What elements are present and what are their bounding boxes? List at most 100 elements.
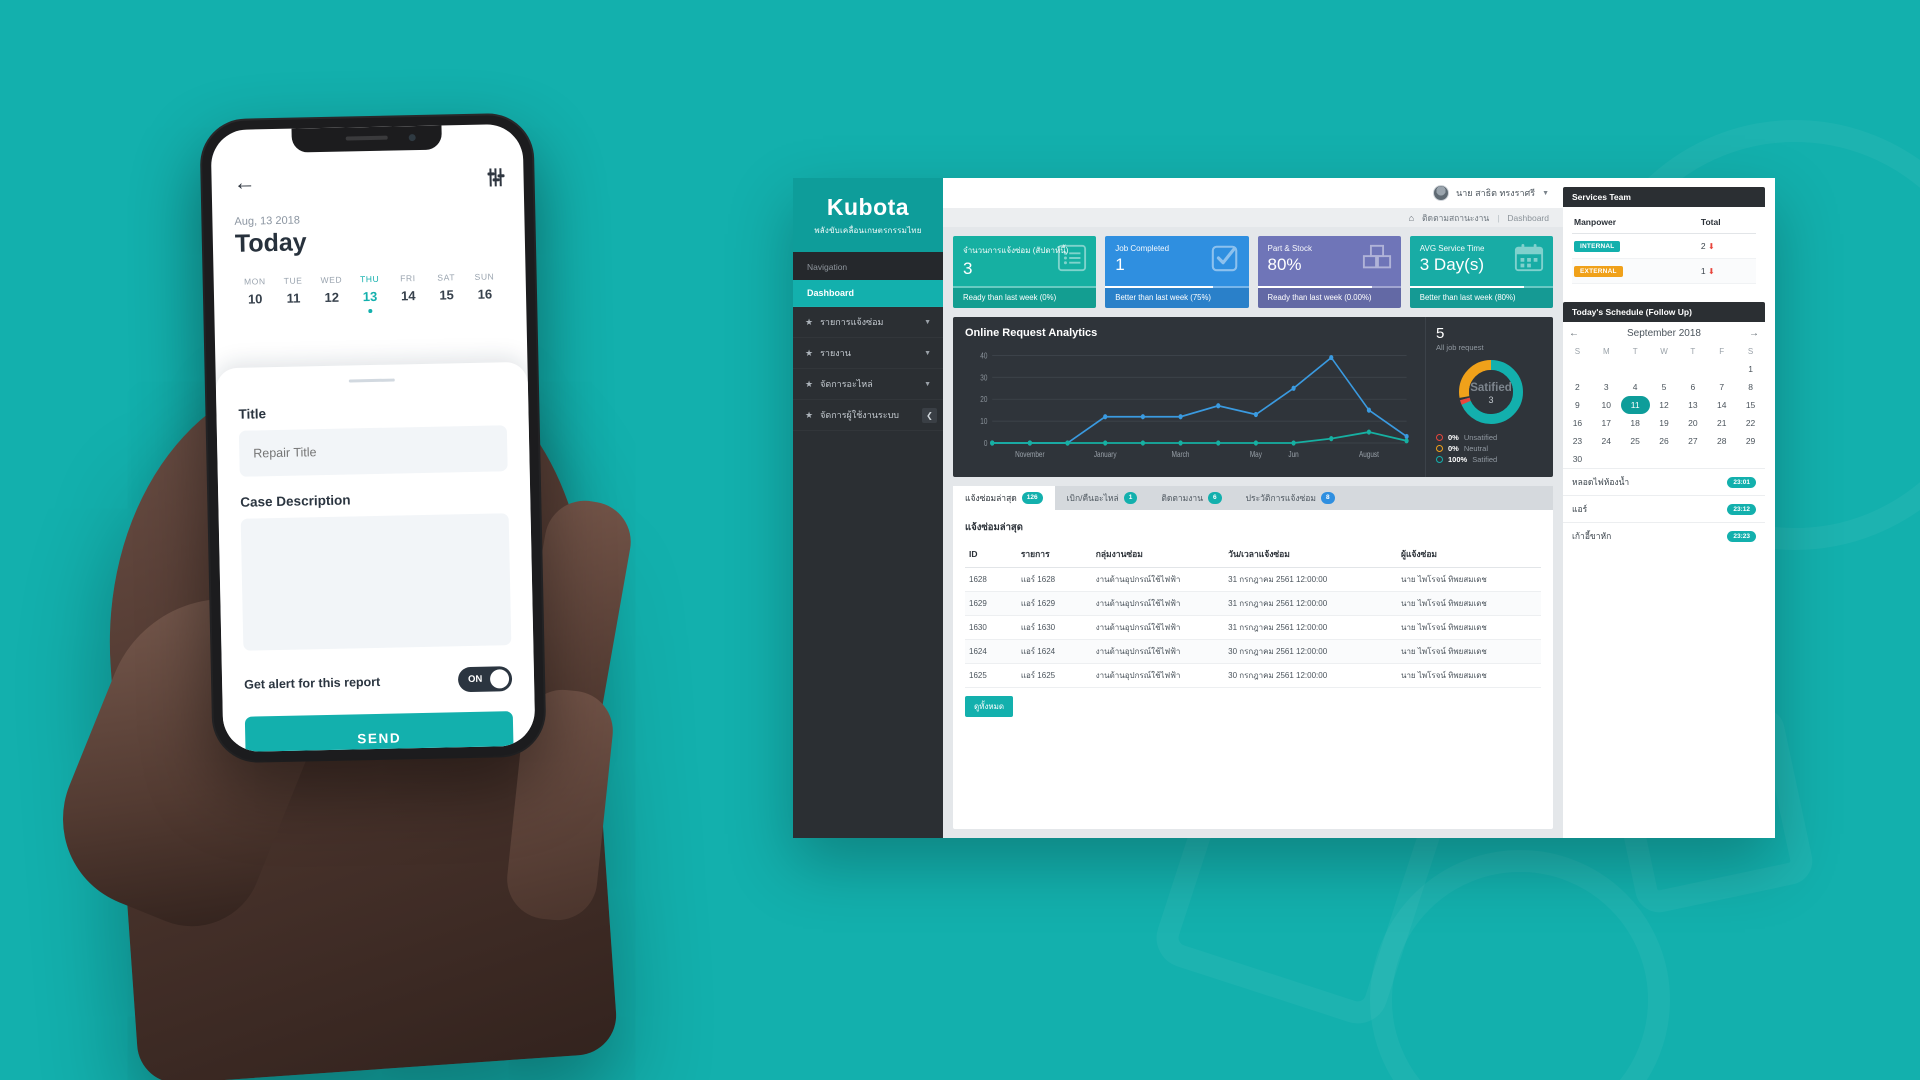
- column-header-manpower: Manpower: [1572, 215, 1699, 234]
- column-header-item[interactable]: รายการ: [1016, 543, 1092, 568]
- team-row-internal[interactable]: INTERNAL 2 ⬇: [1572, 233, 1756, 259]
- kpi-card-repair-count[interactable]: จำนวนการแจ้งซ่อม (สัปดาห์นี้) 3 Ready th…: [953, 236, 1097, 308]
- sidebar-item-parts[interactable]: ★ จัดการอะไหล่ ▼: [793, 369, 943, 400]
- calendar-day[interactable]: 14: [1707, 396, 1736, 414]
- week-day[interactable]: SUN 16: [467, 271, 502, 302]
- title-field-label: Title: [238, 406, 267, 422]
- sidebar-item-dashboard[interactable]: Dashboard: [793, 280, 943, 307]
- calendar-day[interactable]: 9: [1563, 396, 1592, 414]
- week-day[interactable]: TUE 11: [276, 275, 311, 306]
- week-day[interactable]: FRI 14: [391, 273, 426, 304]
- calendar-day[interactable]: 12: [1650, 396, 1679, 414]
- calendar-day[interactable]: 3: [1592, 378, 1621, 396]
- sheet-grabber[interactable]: [348, 378, 395, 383]
- sidebar-item-users[interactable]: ★ จัดการผู้ใช้งานระบบ ▼: [793, 400, 943, 431]
- sidebar-collapse-button[interactable]: ❮: [922, 408, 937, 423]
- schedule-item[interactable]: แอร์ 23:12: [1563, 495, 1765, 522]
- calendar-day[interactable]: 21: [1707, 414, 1736, 432]
- user-name[interactable]: นาย สาธิต ทรงราศรี: [1456, 186, 1535, 200]
- week-day[interactable]: MON 10: [238, 276, 273, 307]
- calendar-day[interactable]: 8: [1736, 378, 1765, 396]
- calendar-day[interactable]: 30: [1563, 450, 1592, 468]
- week-day-name: WED: [320, 274, 343, 286]
- week-day-selected[interactable]: THU 13: [352, 274, 387, 305]
- table-row[interactable]: 1629 แอร์ 1629 งานด้านอุปกรณ์ใช้ไฟฟ้า 31…: [965, 591, 1541, 616]
- calendar-day[interactable]: 7: [1707, 378, 1736, 396]
- calendar-day[interactable]: 19: [1650, 414, 1679, 432]
- speaker-icon: [345, 135, 388, 141]
- tab-parts-withdraw[interactable]: เบิก/คืนอะไหล่ 1: [1055, 486, 1150, 510]
- column-header-group[interactable]: กลุ่มงานซ่อม: [1091, 543, 1225, 568]
- calendar-day[interactable]: 2: [1563, 378, 1592, 396]
- calendar-day[interactable]: 29: [1736, 432, 1765, 450]
- calendar-next-button[interactable]: →: [1749, 328, 1759, 339]
- week-day[interactable]: WED 12: [314, 274, 349, 305]
- calendar-day[interactable]: 1: [1736, 360, 1765, 378]
- kpi-row: จำนวนการแจ้งซ่อม (สัปดาห์นี้) 3 Ready th…: [953, 236, 1553, 308]
- calendar-dow: T: [1632, 347, 1638, 356]
- table-row[interactable]: 1624 แอร์ 1624 งานด้านอุปกรณ์ใช้ไฟฟ้า 30…: [965, 639, 1541, 664]
- filter-sliders-icon[interactable]: [489, 168, 502, 187]
- calendar-day[interactable]: 28: [1707, 432, 1736, 450]
- chevron-down-icon[interactable]: ▼: [1542, 190, 1549, 197]
- alert-toggle[interactable]: ON: [457, 666, 513, 693]
- sidebar-item-label: จัดการผู้ใช้งานระบบ: [820, 410, 900, 420]
- kpi-footer: Better than last week (80%): [1409, 288, 1553, 308]
- calendar-day[interactable]: 24: [1592, 432, 1621, 450]
- kpi-card-job-completed[interactable]: Job Completed 1 Better than last week (7…: [1105, 236, 1249, 308]
- toggle-state-label: ON: [467, 673, 483, 686]
- breadcrumb-parent[interactable]: ติดตามสถานะงาน: [1422, 211, 1489, 225]
- table-row[interactable]: 1625 แอร์ 1625 งานด้านอุปกรณ์ใช้ไฟฟ้า 30…: [965, 663, 1541, 688]
- column-header-id[interactable]: ID: [965, 543, 1017, 568]
- case-description-input[interactable]: [240, 513, 512, 651]
- calendar-day[interactable]: 26: [1650, 432, 1679, 450]
- navigation-heading: Navigation: [793, 252, 943, 280]
- see-all-button[interactable]: ดูทั้งหมด: [965, 696, 1014, 717]
- calendar-prev-button[interactable]: ←: [1569, 328, 1579, 339]
- schedule-item[interactable]: เก้าอี้ขาหัก 23:23: [1563, 522, 1765, 549]
- calendar-day[interactable]: 10: [1592, 396, 1621, 414]
- calendar-blank: [1650, 360, 1679, 378]
- repair-title-input[interactable]: [238, 425, 508, 477]
- tab-follow-up[interactable]: ติดตามงาน 6: [1149, 486, 1233, 510]
- calendar-day[interactable]: 5: [1650, 378, 1679, 396]
- back-arrow-icon[interactable]: ←: [233, 169, 256, 194]
- right-rail: Services Team Manpower Total INTERNAL 2 …: [1563, 178, 1775, 838]
- calendar-day[interactable]: 15: [1736, 396, 1765, 414]
- calendar-day-selected[interactable]: 11: [1620, 396, 1650, 414]
- user-avatar-icon[interactable]: [1433, 185, 1450, 201]
- week-day[interactable]: SAT 15: [429, 272, 464, 303]
- calendar-day[interactable]: 20: [1678, 414, 1707, 432]
- calendar-day[interactable]: 13: [1678, 396, 1707, 414]
- calendar-day[interactable]: 18: [1621, 414, 1650, 432]
- home-icon[interactable]: ⌂: [1409, 213, 1414, 223]
- table-row[interactable]: 1630 แอร์ 1630 งานด้านอุปกรณ์ใช้ไฟฟ้า 31…: [965, 615, 1541, 640]
- calendar-day[interactable]: 17: [1592, 414, 1621, 432]
- calendar-day[interactable]: 4: [1621, 378, 1650, 396]
- left-sidebar: Kubota พลังขับเคลื่อนเกษตรกรรมไทย Naviga…: [793, 178, 943, 838]
- calendar-day[interactable]: 23: [1563, 432, 1592, 450]
- cell-item: แอร์ 1624: [1016, 639, 1092, 664]
- schedule-item[interactable]: หลอดไฟห้องน้ำ 23:01: [1563, 468, 1765, 495]
- schedule-item-name: เก้าอี้ขาหัก: [1572, 531, 1612, 541]
- team-row-external[interactable]: EXTERNAL 1 ⬇: [1572, 258, 1756, 284]
- sidebar-item-reports[interactable]: ★ รายงาน ▼: [793, 338, 943, 369]
- calendar-day[interactable]: 22: [1736, 414, 1765, 432]
- week-strip: MON 10 TUE 11 WED 12 THU 13 FRI 14 SAT 1…: [236, 271, 505, 307]
- tab-repair-history[interactable]: ประวัติการแจ้งซ่อม 8: [1234, 486, 1347, 510]
- kpi-card-avg-service-time[interactable]: AVG Service Time 3 Day(s) Better than la…: [1409, 236, 1553, 308]
- calendar-day[interactable]: 27: [1678, 432, 1707, 450]
- kpi-card-part-stock[interactable]: Part & Stock 80% Ready than last week (0…: [1257, 236, 1401, 308]
- calendar-day[interactable]: 16: [1563, 414, 1592, 432]
- brand-logo-block[interactable]: Kubota พลังขับเคลื่อนเกษตรกรรมไทย: [793, 178, 943, 252]
- tab-latest-repairs[interactable]: แจ้งซ่อมล่าสุด 126: [953, 486, 1055, 510]
- sidebar-item-repair-list[interactable]: ★ รายการแจ้งซ่อม ▼: [793, 307, 943, 338]
- column-header-reporter[interactable]: ผู้แจ้งซ่อม: [1396, 543, 1541, 568]
- calendar-day[interactable]: 6: [1678, 378, 1707, 396]
- calendar-grid[interactable]: S M T W T F S 1 2 3 4 5 6 7 8 9 10 11 12 13 14 15 16 17 18 19 20 21…: [1563, 343, 1765, 468]
- send-button[interactable]: SEND: [244, 711, 514, 753]
- table-row[interactable]: 1628 แอร์ 1628 งานด้านอุปกรณ์ใช้ไฟฟ้า 31…: [965, 567, 1541, 592]
- calendar-day[interactable]: 25: [1621, 432, 1650, 450]
- star-icon: ★: [805, 316, 814, 327]
- column-header-datetime[interactable]: วัน/เวลาแจ้งซ่อม: [1224, 543, 1397, 568]
